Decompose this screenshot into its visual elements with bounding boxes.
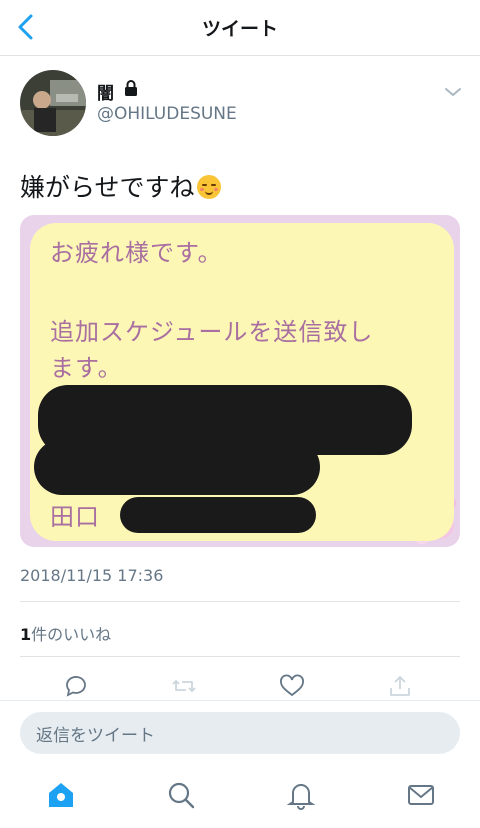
message-signature: 田口 <box>50 503 100 531</box>
page-title: ツイート <box>201 18 278 40</box>
messages-icon[interactable] <box>406 780 436 810</box>
search-icon[interactable] <box>166 780 196 810</box>
divider <box>20 656 460 657</box>
tweet-timestamp: 2018/11/15 17:36 <box>20 566 164 585</box>
tweet-text-content: 嫌がらせですね <box>20 173 195 202</box>
retweet-icon[interactable] <box>171 674 197 698</box>
user-handle[interactable]: @OHILUDESUNE <box>97 104 237 124</box>
likes-number: 1 <box>20 625 32 644</box>
message-line-2: 追加スケジュールを送信致し <box>50 318 374 346</box>
divider <box>20 601 460 602</box>
message-line-1: お疲れ様です。 <box>50 239 223 267</box>
likes-count[interactable]: 1件のいいね <box>20 621 111 645</box>
tweet-image[interactable]: お疲れ様です。 追加スケジュールを送信致し ます。 田口 <box>20 215 460 547</box>
tweet-text: 嫌がらせですね <box>20 168 221 204</box>
user-name[interactable]: 闇 <box>97 79 114 104</box>
reply-placeholder: 返信をツイート <box>36 726 155 746</box>
relaxed-face-emoji-icon <box>196 175 221 199</box>
notifications-icon[interactable] <box>286 780 316 810</box>
lock-icon <box>125 80 137 96</box>
home-icon[interactable] <box>46 780 76 810</box>
redaction-bar <box>120 497 316 533</box>
reply-icon[interactable] <box>63 674 89 698</box>
top-bar: ツイート <box>0 0 480 56</box>
share-icon[interactable] <box>387 674 413 698</box>
likes-label: 件のいいね <box>31 625 112 644</box>
avatar[interactable] <box>20 70 86 136</box>
chevron-down-icon[interactable] <box>444 86 462 98</box>
like-icon[interactable] <box>279 674 305 698</box>
redaction-bar <box>34 439 320 495</box>
message-line-3: ます。 <box>50 354 123 382</box>
